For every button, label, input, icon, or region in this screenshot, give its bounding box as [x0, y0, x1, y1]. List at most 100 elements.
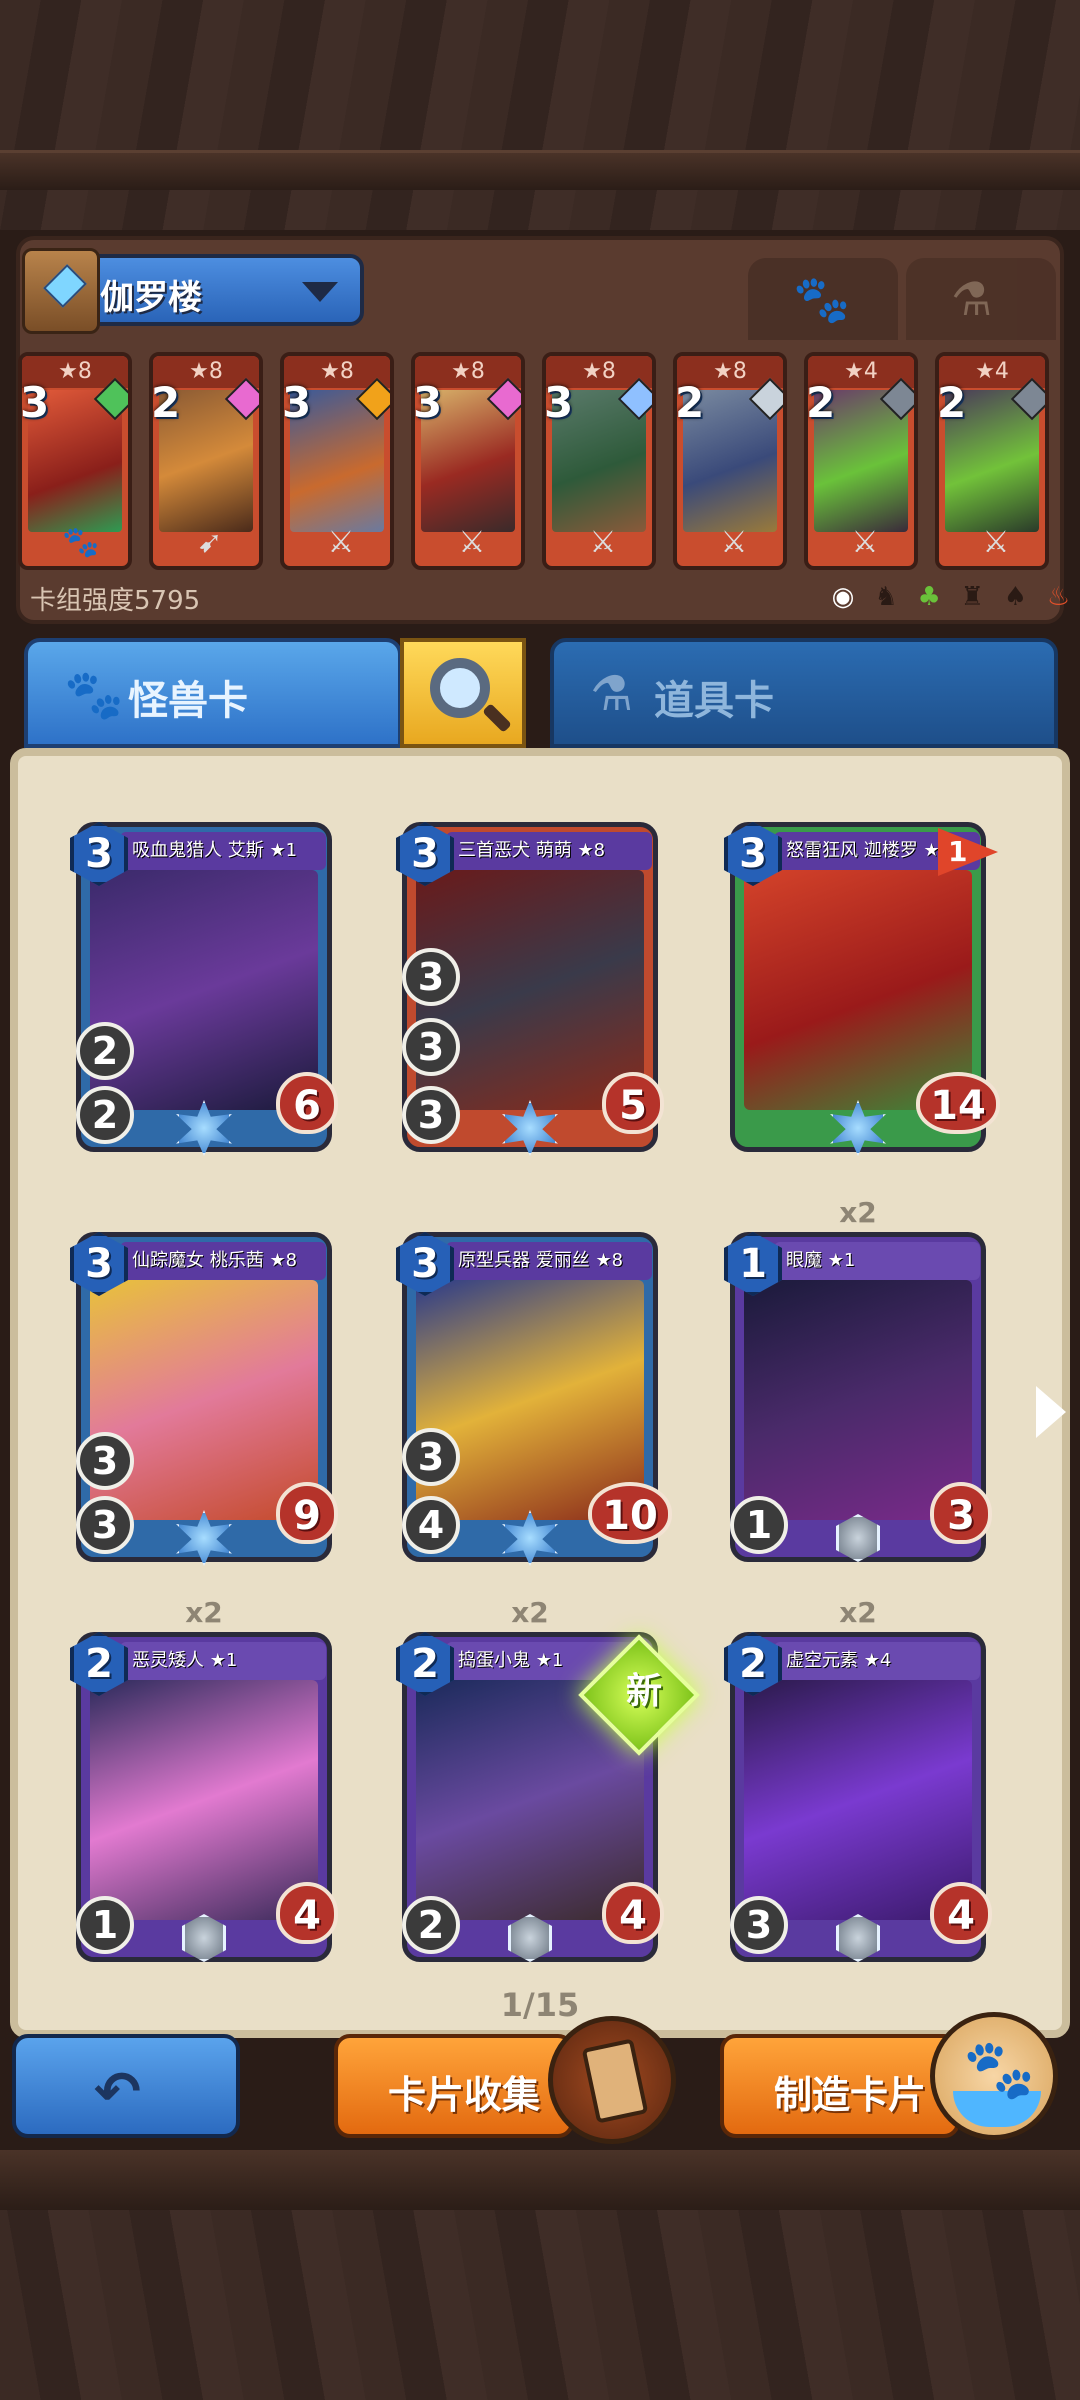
card-defense: 2	[402, 1896, 460, 1954]
sword-icon: ⚔	[720, 525, 748, 560]
card-attack: 3	[402, 1428, 460, 1486]
card-health: 6	[276, 1072, 338, 1134]
sword-icon: ⚔	[458, 525, 486, 560]
card-collection-button[interactable]: 卡片收集	[334, 2034, 574, 2138]
deck-card[interactable]: ★8 3 🐾	[18, 352, 132, 570]
deck-card-row: ★8 3 🐾 ★8 2 ➹ ★8 3 ⚔ ★8 3 ⚔ ★8 3 ⚔ ★8 2 …	[18, 352, 1062, 574]
top-wood-background	[0, 0, 1080, 230]
plant-icon[interactable]: ♣	[912, 580, 946, 614]
collection-card[interactable]: 三首恶犬 萌萌 ★8 3 3 3 3 5	[396, 822, 664, 1156]
card-art	[744, 1680, 972, 1920]
card-defense: 3	[76, 1496, 134, 1554]
sword-icon: ⚔	[327, 525, 355, 560]
deck-name: 伽罗楼	[100, 278, 202, 318]
card-defense: 2	[76, 1086, 134, 1144]
card-defense: 4	[402, 1496, 460, 1554]
deck-card[interactable]: ★8 2 ⚔	[673, 352, 787, 570]
tab-item-cards[interactable]: ⚗ 道具卡	[550, 638, 1058, 748]
tab-monster-cards[interactable]: 🐾 怪兽卡	[24, 638, 402, 748]
card-health: 4	[930, 1882, 992, 1944]
card-name: 虚空元素 ★4	[774, 1642, 980, 1680]
collection-card[interactable]: 吸血鬼猎人 艾斯 ★1 3 2 2 6	[70, 822, 338, 1156]
collection-card[interactable]: 眼魔 ★1 1 1 3	[724, 1232, 992, 1562]
deck-card-cost: 2	[937, 378, 967, 427]
deck-card[interactable]: ★4 2 ⚔	[804, 352, 918, 570]
deck-card[interactable]: ★8 3 ⚔	[280, 352, 394, 570]
bottom-wood-background	[0, 2150, 1080, 2400]
back-arrow-icon: ↶	[94, 2060, 141, 2125]
deck-card[interactable]: ★8 3 ⚔	[411, 352, 525, 570]
card-name: 吸血鬼猎人 艾斯 ★1	[120, 832, 326, 870]
card-health: 9	[276, 1482, 338, 1544]
circle-icon[interactable]: ◉	[826, 580, 860, 614]
card-health: 14	[916, 1072, 1000, 1134]
sword-icon: ⚔	[851, 525, 879, 560]
card-attack: 3	[402, 1018, 460, 1076]
craft-card-button[interactable]: 制造卡片	[720, 2034, 960, 2138]
paw-icon: 🐾	[963, 2035, 1036, 2103]
deck-selector[interactable]: 伽罗楼	[22, 248, 364, 334]
tab-item-label: 道具卡	[654, 678, 774, 724]
card-name: 原型兵器 爱丽丝 ★8	[446, 1242, 652, 1280]
deck-card-cost: 3	[282, 378, 312, 427]
sword-icon: ⚔	[982, 525, 1010, 560]
card-art	[90, 870, 318, 1110]
card-collection-label: 卡片收集	[388, 2073, 541, 2117]
card-collection-icon[interactable]	[548, 2016, 676, 2144]
dragon-icon[interactable]: ♜	[955, 580, 989, 614]
deck-card[interactable]: ★4 2 ⚔	[935, 352, 1049, 570]
deck-card-cost: 3	[544, 378, 574, 427]
deck-card[interactable]: ★8 3 ⚔	[542, 352, 656, 570]
card-defense: 3	[402, 1086, 460, 1144]
chevron-down-icon	[302, 282, 338, 302]
deck-card-cost: 3	[20, 378, 50, 427]
craft-card-icon[interactable]: 🐾	[930, 2012, 1058, 2140]
card-health: 4	[276, 1882, 338, 1944]
potion-icon: ⚗	[590, 666, 634, 722]
search-icon	[430, 658, 490, 718]
potion-icon: ⚗	[951, 272, 993, 326]
deck-card-cost: 2	[675, 378, 705, 427]
card-count: x2	[839, 1196, 877, 1229]
next-page-arrow[interactable]	[1036, 1386, 1066, 1438]
card-name: 眼魔 ★1	[774, 1242, 980, 1280]
craft-card-label: 制造卡片	[774, 2073, 927, 2117]
sword-icon: ⚔	[589, 525, 617, 560]
new-badge-label: 新	[625, 1671, 662, 1712]
deck-card[interactable]: ★8 2 ➹	[149, 352, 263, 570]
collection-card[interactable]: 仙踪魔女 桃乐茜 ★8 3 3 3 9	[70, 1232, 338, 1566]
deck-card-cost: 2	[151, 378, 181, 427]
deck-power-label: 卡组强度5795	[30, 586, 201, 616]
card-name: 仙踪魔女 桃乐茜 ★8	[120, 1242, 326, 1280]
card-art	[90, 1680, 318, 1920]
collection-card[interactable]: 原型兵器 爱丽丝 ★8 3 3 4 10	[396, 1232, 672, 1566]
fire-icon[interactable]: ♨	[1041, 580, 1075, 614]
tribe-filter-row: ◉ ♞ ♣ ♜ ♠ ♨	[826, 580, 1079, 614]
beast-icon[interactable]: ♞	[869, 580, 903, 614]
bird-icon[interactable]: ♠	[998, 580, 1032, 614]
card-art	[90, 1280, 318, 1520]
deck-tab-items[interactable]: ⚗	[906, 258, 1056, 340]
card-icon	[581, 2038, 649, 2124]
card-health: 3	[930, 1482, 992, 1544]
collection-card[interactable]: 恶灵矮人 ★1 2 1 4	[70, 1632, 338, 1962]
card-name: 恶灵矮人 ★1	[120, 1642, 326, 1680]
page-indicator: 1/15	[500, 1986, 580, 2024]
card-health: 5	[602, 1072, 664, 1134]
search-button[interactable]	[400, 638, 526, 748]
search-icon-handle	[482, 703, 512, 733]
bottom-beam	[0, 2150, 1080, 2210]
card-name: 三首恶犬 萌萌 ★8	[446, 832, 652, 870]
tab-monster-label: 怪兽卡	[128, 678, 248, 724]
paw-icon: 🐾	[64, 667, 124, 723]
card-defense: 1	[730, 1496, 788, 1554]
back-button[interactable]: ↶	[12, 2034, 240, 2138]
card-art	[416, 1280, 644, 1520]
collection-card[interactable]: 虚空元素 ★4 2 3 4	[724, 1632, 992, 1962]
card-health: 4	[602, 1882, 664, 1944]
deck-card-cost: 3	[413, 378, 443, 427]
top-beam	[0, 150, 1080, 190]
paw-icon: 🐾	[62, 525, 100, 560]
card-count: x2	[511, 1596, 549, 1629]
deck-tab-monsters[interactable]: 🐾	[748, 258, 898, 340]
